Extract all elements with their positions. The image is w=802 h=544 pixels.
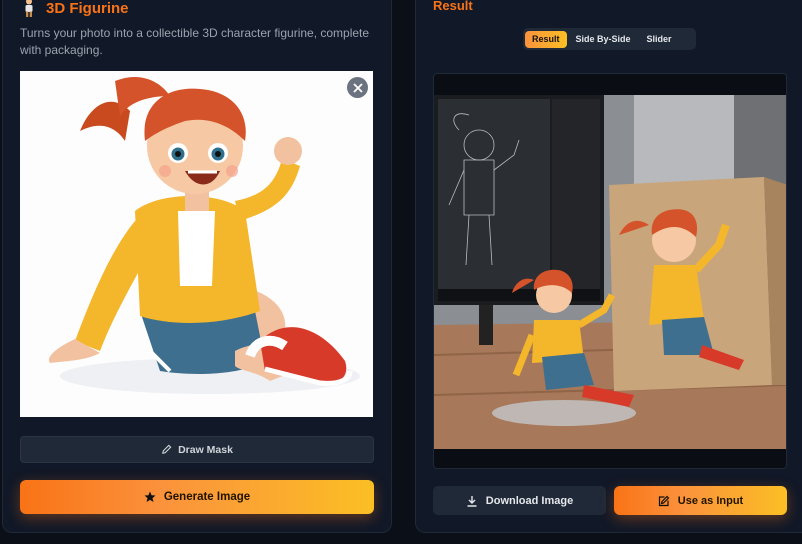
generate-image-button[interactable]: Generate Image	[20, 480, 374, 514]
input-image[interactable]	[20, 71, 373, 417]
tab-result[interactable]: Result	[525, 30, 567, 48]
pencil-icon	[162, 444, 172, 454]
draw-mask-label: Draw Mask	[178, 443, 233, 456]
generate-image-label: Generate Image	[163, 491, 251, 503]
use-as-input-button[interactable]: Use as Input	[614, 486, 787, 515]
use-as-input-label: Use as Input	[677, 494, 744, 507]
figurine-icon	[25, 0, 33, 17]
feature-description: Turns your photo into a collectible 3D c…	[20, 26, 370, 57]
view-mode-toggle: Result Side By-Side Slider	[523, 28, 696, 50]
figurine-render-photo	[434, 95, 786, 449]
cartoon-girl-illustration	[49, 76, 360, 394]
tab-side-by-side[interactable]: Side By-Side	[569, 31, 638, 48]
download-label: Download Image	[485, 494, 574, 507]
panel-header: 3D Figurine	[22, 0, 129, 18]
tab-slider[interactable]: Slider	[640, 31, 679, 48]
page-title: 3D Figurine	[46, 0, 129, 17]
draw-mask-button[interactable]: Draw Mask	[20, 436, 374, 463]
edit-icon	[658, 495, 670, 506]
download-image-button[interactable]: Download Image	[433, 486, 606, 515]
download-icon	[467, 495, 477, 507]
close-icon[interactable]	[347, 77, 368, 98]
result-title: Result	[433, 0, 473, 13]
result-image[interactable]	[433, 73, 787, 469]
star-icon	[144, 491, 156, 502]
